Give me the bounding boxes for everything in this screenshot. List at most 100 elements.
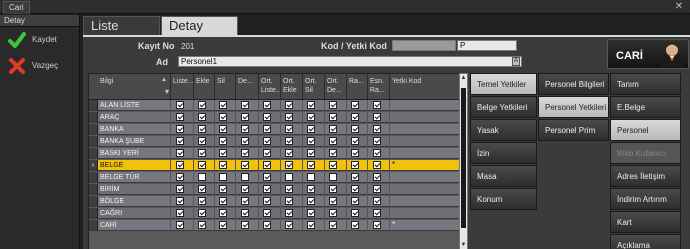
nav-detail-3[interactable]: Web Kullanıcı	[610, 142, 681, 164]
permission-checkbox[interactable]	[198, 221, 206, 229]
permission-checkbox[interactable]	[307, 197, 315, 205]
permission-checkbox[interactable]	[219, 137, 227, 145]
filter-icon[interactable]: ▾	[165, 87, 169, 96]
table-row[interactable]: BANKA ŞUBE	[89, 136, 463, 147]
permission-checkbox[interactable]	[219, 221, 227, 229]
permission-checkbox[interactable]	[176, 137, 184, 145]
column-header[interactable]: Ekle	[194, 74, 215, 100]
row-indicator[interactable]	[89, 112, 98, 123]
nav-personel-0[interactable]: Personel Bilgileri	[538, 73, 609, 95]
permission-checkbox[interactable]	[219, 197, 227, 205]
permission-checkbox[interactable]	[307, 149, 315, 157]
nav-personel-2[interactable]: Personel Prim	[538, 119, 609, 141]
permission-checkbox[interactable]	[176, 173, 184, 181]
permission-checkbox[interactable]	[373, 149, 381, 157]
scroll-down-icon[interactable]: ▼	[460, 241, 467, 249]
permission-checkbox[interactable]	[329, 125, 337, 133]
permission-checkbox[interactable]	[285, 197, 293, 205]
permission-checkbox[interactable]	[241, 125, 249, 133]
permission-checkbox[interactable]	[285, 113, 293, 121]
nav-detail-4[interactable]: Adres İletişim Yetkili	[610, 165, 681, 202]
grid-scrollbar[interactable]: ▲ ▼	[459, 73, 468, 249]
nav-temel-5[interactable]: Konum	[470, 188, 537, 210]
column-header[interactable]: Sil	[215, 74, 236, 100]
permission-checkbox[interactable]	[329, 209, 337, 217]
permission-checkbox[interactable]	[285, 173, 293, 181]
column-header[interactable]: De...	[236, 74, 259, 100]
permission-checkbox[interactable]	[219, 161, 227, 169]
close-window-icon[interactable]: ✕	[674, 0, 684, 13]
permission-checkbox[interactable]	[219, 149, 227, 157]
permission-checkbox[interactable]	[241, 185, 249, 193]
permission-checkbox[interactable]	[263, 185, 271, 193]
permission-checkbox[interactable]	[285, 185, 293, 193]
nav-temel-2[interactable]: Yasak	[470, 119, 537, 141]
permission-checkbox[interactable]	[329, 161, 337, 169]
permission-checkbox[interactable]	[329, 185, 337, 193]
permission-checkbox[interactable]	[241, 197, 249, 205]
permission-checkbox[interactable]	[176, 185, 184, 193]
permission-checkbox[interactable]	[285, 161, 293, 169]
permission-checkbox[interactable]	[285, 149, 293, 157]
permission-checkbox[interactable]	[198, 197, 206, 205]
permission-checkbox[interactable]	[307, 101, 315, 109]
row-indicator[interactable]	[89, 184, 98, 195]
permission-checkbox[interactable]	[263, 221, 271, 229]
tab-detay[interactable]: Detay	[161, 16, 238, 35]
nav-detail-1[interactable]: E.Belge	[610, 96, 681, 118]
permission-checkbox[interactable]	[176, 197, 184, 205]
nav-detail-7[interactable]: Açıklama	[610, 234, 681, 249]
permission-checkbox[interactable]	[198, 125, 206, 133]
permission-checkbox[interactable]	[219, 113, 227, 121]
permission-checkbox[interactable]	[329, 113, 337, 121]
permission-checkbox[interactable]	[307, 137, 315, 145]
permission-checkbox[interactable]	[198, 185, 206, 193]
permission-checkbox[interactable]	[263, 125, 271, 133]
permission-checkbox[interactable]	[351, 113, 359, 121]
row-indicator[interactable]	[89, 136, 98, 147]
permission-checkbox[interactable]	[241, 137, 249, 145]
permission-checkbox[interactable]	[351, 101, 359, 109]
permission-checkbox[interactable]	[373, 113, 381, 121]
permission-checkbox[interactable]	[198, 161, 206, 169]
permission-checkbox[interactable]	[351, 125, 359, 133]
permission-checkbox[interactable]	[241, 221, 249, 229]
tab-liste[interactable]: Liste	[83, 16, 160, 35]
column-header[interactable]: Yetki Kod	[390, 74, 463, 100]
permission-checkbox[interactable]	[307, 125, 315, 133]
permission-checkbox[interactable]	[373, 173, 381, 181]
permission-checkbox[interactable]	[176, 161, 184, 169]
permission-checkbox[interactable]	[351, 221, 359, 229]
permission-checkbox[interactable]	[373, 137, 381, 145]
column-header[interactable]: Ort. Sil	[303, 74, 325, 100]
ad-field[interactable]: Personel1	[178, 56, 522, 67]
permission-checkbox[interactable]	[241, 149, 249, 157]
table-row[interactable]: BANKA	[89, 124, 463, 135]
permission-checkbox[interactable]	[263, 161, 271, 169]
permission-checkbox[interactable]	[176, 149, 184, 157]
ad-lock-button[interactable]: A	[512, 57, 520, 66]
yetki-kod-field[interactable]: P	[457, 40, 517, 51]
permission-checkbox[interactable]	[329, 149, 337, 157]
permission-checkbox[interactable]	[219, 185, 227, 193]
permission-checkbox[interactable]	[373, 161, 381, 169]
permission-checkbox[interactable]	[241, 113, 249, 121]
table-row[interactable]: › BELGE *	[89, 160, 463, 171]
permission-checkbox[interactable]	[307, 221, 315, 229]
table-row[interactable]: BİRİM	[89, 184, 463, 195]
permission-checkbox[interactable]	[329, 221, 337, 229]
nav-detail-2[interactable]: Personel	[610, 119, 681, 141]
permission-checkbox[interactable]	[198, 113, 206, 121]
column-header[interactable]: Liste...	[171, 74, 194, 100]
row-indicator[interactable]	[89, 172, 98, 183]
permission-checkbox[interactable]	[307, 113, 315, 121]
nav-temel-1[interactable]: Belge Yetkileri	[470, 96, 537, 118]
permission-checkbox[interactable]	[329, 101, 337, 109]
column-header[interactable]: Esn. Ra...	[368, 74, 390, 100]
permission-checkbox[interactable]	[176, 101, 184, 109]
permission-checkbox[interactable]	[373, 185, 381, 193]
permission-checkbox[interactable]	[176, 125, 184, 133]
nav-detail-0[interactable]: Tanım	[610, 73, 681, 95]
column-header[interactable]: Ort. Ekle	[281, 74, 303, 100]
row-indicator[interactable]	[89, 220, 98, 231]
